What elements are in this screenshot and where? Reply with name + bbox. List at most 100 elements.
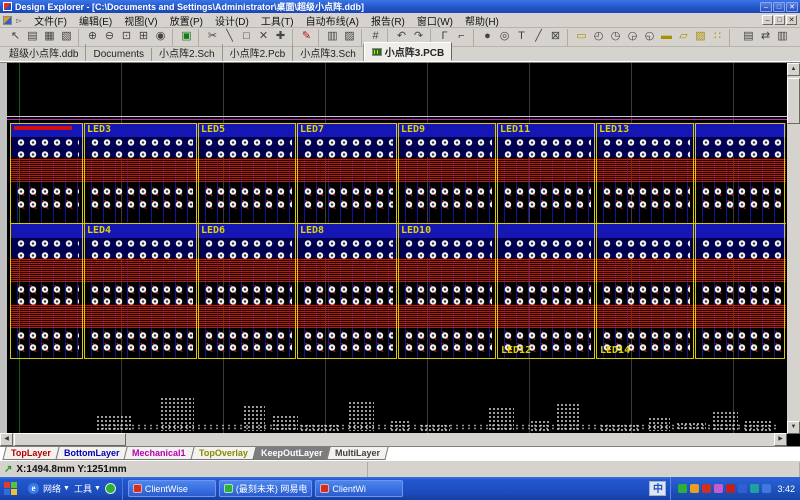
cross-probe-icon[interactable]: ⇄ [757,29,774,45]
menu-item-8[interactable]: 窗口(W) [411,13,459,28]
move-icon[interactable]: ✚ [272,29,289,45]
menu-item-6[interactable]: 自动布线(A) [300,13,365,28]
menu-item-1[interactable]: 编辑(E) [73,13,118,28]
tray-flag-icon[interactable] [702,484,711,493]
save-icon[interactable]: ▦ [41,29,58,45]
pad-icon[interactable]: ● [479,29,496,45]
window-title: Design Explorer - [C:\Documents and Sett… [15,0,760,13]
zoom-out-icon[interactable]: ⊖ [101,29,118,45]
ie-icon[interactable]: e [28,483,39,494]
green-app-icon[interactable] [105,483,116,494]
dimension-icon[interactable]: ⊠ [547,29,564,45]
titlebar[interactable]: Design Explorer - [C:\Documents and Sett… [0,0,800,13]
menu-item-9[interactable]: 帮助(H) [459,13,505,28]
knife-icon[interactable]: ✂ [204,29,221,45]
layer-tab-MultiLayer[interactable]: MultiLayer [327,447,389,460]
tab-小点阵3.PCB[interactable]: 小点阵3.PCB [364,42,452,61]
text-icon[interactable]: T [513,29,530,45]
paste-array-icon[interactable]: ∷ [709,29,726,45]
via-icon[interactable]: ◎ [496,29,513,45]
scroll-left-button[interactable]: ◀ [0,433,13,446]
array-icon[interactable]: ▨ [692,29,709,45]
zoom-window-icon[interactable]: ⊡ [118,29,135,45]
layer-tab-Mechanical1[interactable]: Mechanical1 [124,447,195,460]
zoom-board-icon[interactable]: ⊞ [135,29,152,45]
drag-handle-icon: ▻ [16,16,22,25]
menu-item-3[interactable]: 放置(P) [164,13,209,28]
report-icon[interactable]: ▤ [740,29,757,45]
vertical-scrollbar[interactable]: ▲ ▼ [787,63,800,434]
rotate-90-icon[interactable]: ◷ [607,29,624,45]
horizontal-scroll-thumb[interactable] [14,433,126,446]
tab-label: 小点阵2.Pcb [230,45,286,60]
scroll-down-button[interactable]: ▼ [787,421,800,434]
layer-tab-TopLayer[interactable]: TopLayer [2,447,59,460]
rotate-cw-icon[interactable]: ◴ [590,29,607,45]
pencil-icon[interactable]: ✎ [298,29,315,45]
panel-icon[interactable]: ▥ [774,29,791,45]
layer-tab-TopOverlay[interactable]: TopOverlay [190,447,256,460]
cursor-icon[interactable]: ↖ [7,29,24,45]
zoom-point-icon[interactable]: ◉ [152,29,169,45]
library-down-icon[interactable]: ▨ [341,29,358,45]
horizontal-scrollbar[interactable]: ◀ ▶ [0,433,787,446]
room-icon[interactable]: ▭ [573,29,590,45]
minimize-button[interactable]: – [760,2,772,12]
tab-Documents[interactable]: Documents [86,48,152,61]
layer-tab-BottomLayer[interactable]: BottomLayer [55,447,128,460]
menu-item-4[interactable]: 设计(D) [209,13,255,28]
tab-小点阵2.Sch[interactable]: 小点阵2.Sch [152,44,223,61]
scroll-up-button[interactable]: ▲ [787,63,800,76]
start-button[interactable] [4,482,18,496]
tray-messenger-icon[interactable] [714,484,723,493]
polygon-icon[interactable]: ▱ [675,29,692,45]
layer-tab-KeepOutLayer[interactable]: KeepOutLayer [252,447,331,460]
print-icon[interactable]: ▧ [58,29,75,45]
zoom-in-icon[interactable]: ⊕ [84,29,101,45]
tab-小点阵2.Pcb[interactable]: 小点阵2.Pcb [223,44,294,61]
menu-item-7[interactable]: 报告(R) [365,13,411,28]
rotate-180-icon[interactable]: ◶ [624,29,641,45]
doc-close-button[interactable]: ✕ [786,15,797,25]
select-area-icon[interactable]: □ [238,29,255,45]
close-button[interactable]: ✕ [786,2,798,12]
line-icon[interactable]: ╲ [221,29,238,45]
tray-red-icon[interactable] [726,484,735,493]
tab-小点阵3.Sch[interactable]: 小点阵3.Sch [293,44,364,61]
track-icon[interactable]: ╱ [530,29,547,45]
browse-library-icon[interactable]: ▣ [178,29,195,45]
language-bar[interactable]: 中 [649,481,666,496]
menu-item-0[interactable]: 文件(F) [28,13,73,28]
maximize-button[interactable]: □ [773,2,785,12]
fill-icon[interactable]: ▬ [658,29,675,45]
task-button-1[interactable]: (最刻未来) 网易电 [219,480,313,497]
tab-超级小点阵.ddb[interactable]: 超级小点阵.ddb [2,44,86,61]
tray-shield-icon[interactable] [762,484,771,493]
menu-item-2[interactable]: 视图(V) [118,13,163,28]
doc-restore-button[interactable]: □ [774,15,785,25]
doc-minimize-button[interactable]: – [762,15,773,25]
tray-green-icon[interactable] [678,484,687,493]
pcb-module-label: LED4 [87,225,111,237]
scroll-right-button[interactable]: ▶ [774,433,787,446]
vertical-scroll-thumb[interactable] [787,78,800,124]
tray-blue-icon[interactable] [738,484,747,493]
pcb-module-label: LED14 [600,345,630,357]
task-button-icon [133,484,142,493]
menubar: ▻ 文件(F)编辑(E)视图(V)放置(P)设计(D)工具(T)自动布线(A)报… [0,13,800,28]
deselect-icon[interactable]: ✕ [255,29,272,45]
task-button-2[interactable]: ClientWi [315,480,403,497]
rotate-270-icon[interactable]: ◵ [641,29,658,45]
menu-item-5[interactable]: 工具(T) [255,13,300,28]
tray-teal-shield-icon[interactable] [750,484,759,493]
pcb-canvas[interactable]: LED3LED4LED5LED6LED7LED8LED9LED10LED11LE… [0,63,787,434]
statusbar: ↗ X:1494.8mm Y:1251mm [0,460,800,477]
library-up-icon[interactable]: ▥ [324,29,341,45]
network-menu[interactable]: 网络▼ [43,482,70,495]
tools-menu[interactable]: 工具▼ [74,482,101,495]
task-button-0[interactable]: ClientWise [128,480,216,497]
tray-orange-icon[interactable] [690,484,699,493]
open-icon[interactable]: ▤ [24,29,41,45]
silkscreen-cluster [488,407,514,431]
auto-route-icon[interactable]: ⌐ [453,29,470,45]
